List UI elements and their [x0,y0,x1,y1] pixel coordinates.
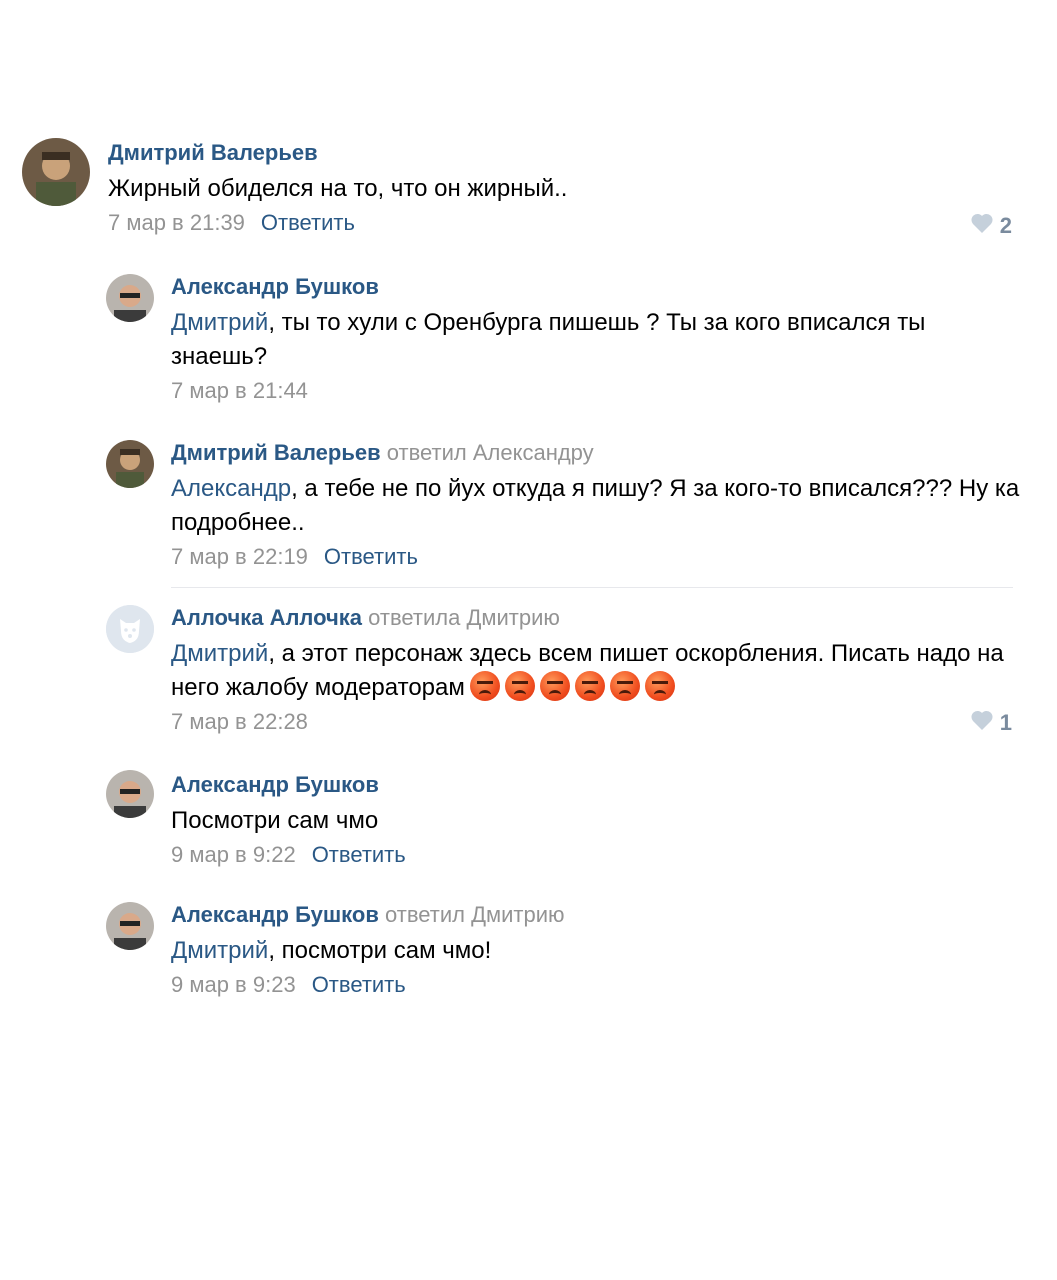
mention-link[interactable]: Дмитрий [171,309,268,336]
avatar[interactable] [22,138,90,206]
angry-emoji-row [465,671,675,701]
replied-to[interactable]: ответила Дмитрию [368,605,560,630]
comment-author[interactable]: Александр Бушков [171,274,379,299]
comment-body: , а тебе не по йух откуда я пишу? Я за к… [171,475,1020,536]
angry-face-icon [539,671,570,701]
comment-date[interactable]: 7 мар в 21:39 [108,210,245,235]
reply-button[interactable]: Ответить [261,210,355,235]
comment-meta: 7 мар в 22:19 Ответить [171,542,1021,572]
comment-date[interactable]: 7 мар в 21:44 [171,378,308,403]
comment-author[interactable]: Дмитрий Валерьев [108,140,318,165]
heart-icon [970,709,1000,737]
mention-link[interactable]: Дмитрий [171,937,268,964]
angry-face-icon [574,671,605,701]
comment-body: , ты то хули с Оренбурга пишешь ? Ты за … [171,309,926,370]
comment-meta: 9 мар в 9:23 Ответить [171,970,1021,1000]
mention-link[interactable]: Дмитрий [171,640,268,667]
comment-date[interactable]: 7 мар в 22:19 [171,544,308,569]
comment-author[interactable]: Александр Бушков [171,772,379,797]
comment-meta: 7 мар в 21:39 Ответить [108,208,1008,238]
comment-text: Жирный обиделся на то, что он жирный.. [108,175,568,202]
comment-text: Посмотри сам чмо [171,807,379,834]
angry-face-icon [644,671,675,701]
angry-face-icon [504,671,535,701]
comment-text: Дмитрий, посмотри сам чмо! [171,934,1021,968]
reply-button[interactable]: Ответить [324,544,418,569]
comment-meta: 9 мар в 9:22 Ответить [171,840,1021,870]
like-button[interactable]: 1 [970,709,1012,737]
reply-button[interactable]: Ответить [312,842,406,867]
divider [171,587,1013,588]
avatar[interactable] [106,770,154,818]
replied-to[interactable]: ответил Дмитрию [385,902,565,927]
heart-icon [970,212,1000,240]
comment-text: Дмитрий, ты то хули с Оренбурга пишешь ?… [171,306,1011,374]
comment-text: Дмитрий, а этот персонаж здесь всем пише… [171,637,1021,705]
like-button[interactable]: 2 [970,212,1012,240]
replied-to[interactable]: ответил Александру [387,440,594,465]
comment-date[interactable]: 9 мар в 9:22 [171,842,296,867]
like-count: 1 [999,710,1012,735]
mention-link[interactable]: Александр [171,475,291,502]
reply-button[interactable]: Ответить [312,972,406,997]
avatar[interactable] [106,902,154,950]
comment-date[interactable]: 7 мар в 22:28 [171,709,308,734]
angry-face-icon [469,671,500,701]
comment-meta: 7 мар в 22:28 [171,707,1021,737]
comment-author[interactable]: Аллочка Аллочка [171,605,362,630]
avatar[interactable] [106,274,154,322]
avatar[interactable] [106,440,154,488]
comment-meta: 7 мар в 21:44 [171,376,1011,406]
comment-author[interactable]: Александр Бушков [171,902,379,927]
angry-face-icon [609,671,640,701]
comment-text: Александр, а тебе не по йух откуда я пиш… [171,472,1021,540]
comment-body: , посмотри сам чмо! [268,937,492,964]
like-count: 2 [999,213,1012,238]
avatar[interactable] [106,605,154,653]
comment-author[interactable]: Дмитрий Валерьев [171,440,381,465]
comment-date[interactable]: 9 мар в 9:23 [171,972,296,997]
